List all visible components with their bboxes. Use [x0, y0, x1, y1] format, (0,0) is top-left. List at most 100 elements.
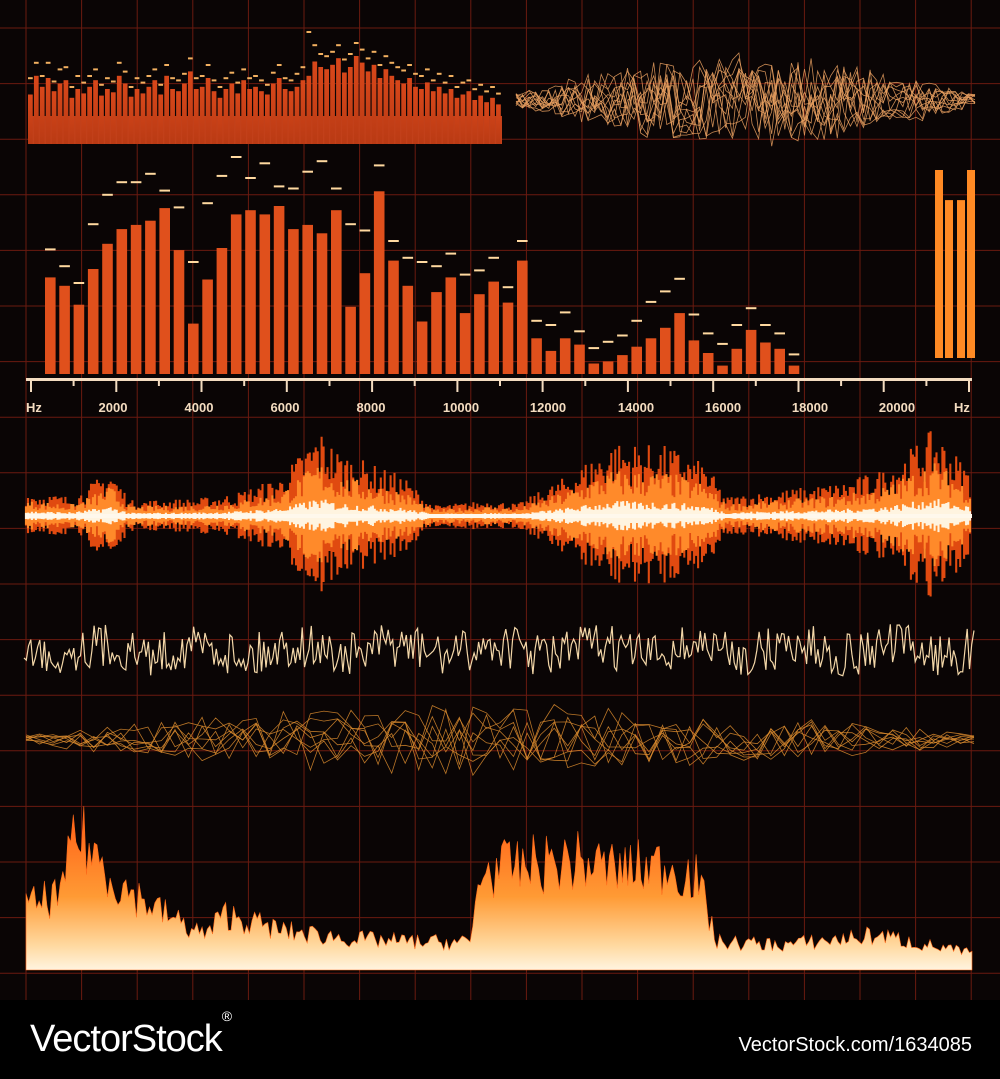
mini-spectrum-bar [199, 86, 205, 144]
spectrum-bar [574, 344, 585, 374]
mini-spectrum-peak [371, 50, 377, 53]
spectrum-bar [745, 329, 757, 374]
mini-spectrum-peak [436, 72, 442, 75]
mini-spectrum-peak [176, 79, 181, 82]
mini-spectrum-bar [454, 97, 460, 144]
mini-spectrum-peak [170, 77, 175, 80]
mini-spectrum-bar [496, 104, 501, 144]
mini-spectrum-peak [229, 71, 235, 74]
mini-spectrum-bar [413, 86, 418, 144]
mini-spectrum-bar [442, 93, 448, 144]
spectrum-bar [717, 365, 728, 374]
axis-tick [413, 378, 416, 386]
axis-tick [328, 378, 331, 386]
mini-spectrum-peak [33, 61, 39, 64]
watermark-footer: VectorStock® VectorStock.com/1634085 [0, 1000, 1000, 1079]
spectrum-bar [373, 191, 385, 374]
spectrum-peak-marker [145, 172, 156, 175]
axis-tick-label: 14000 [618, 400, 654, 415]
spectrum-bar [87, 269, 99, 374]
mini-spectrum-peak [312, 44, 318, 47]
mini-spectrum-bar [170, 89, 175, 144]
spectrum-peak-marker [316, 160, 328, 163]
mini-spectrum-bar [140, 93, 146, 144]
mini-spectrum-peak [288, 79, 294, 82]
spectrum-bar [416, 321, 428, 374]
axis-tick [584, 378, 587, 386]
mini-spectrum-bar [383, 69, 389, 144]
spectrum-bar [130, 224, 142, 374]
spectrum-peak-marker [416, 261, 428, 263]
spectrum-bar [345, 306, 356, 374]
mini-spectrum-peak [241, 68, 247, 71]
mini-spectrum-bar [395, 80, 401, 144]
spectrum-bar [631, 346, 642, 374]
mini-spectrum-peak [270, 71, 276, 74]
level-meter [935, 170, 975, 358]
spectrum-bar [760, 342, 771, 374]
mini-spectrum-peak [152, 68, 158, 71]
axis-tick-label: 16000 [705, 400, 741, 415]
spectrum-bar [316, 233, 328, 374]
spectrum-peak-marker [645, 300, 657, 303]
mini-spectrum-peak [413, 72, 418, 75]
mini-spectrum-peak [347, 53, 353, 55]
axis-tick [243, 378, 246, 386]
axis-tick-label: 18000 [792, 400, 828, 415]
spectrum-peak-marker [273, 185, 285, 188]
mini-spectrum-peak [359, 48, 365, 51]
spectrum-bar [202, 279, 213, 374]
spectrum-peak-marker [445, 252, 457, 255]
spectrum-bar [388, 260, 399, 374]
spectrum-peak-marker [517, 240, 528, 242]
spectrum-peak-marker [402, 256, 414, 259]
spectrum-bar [331, 210, 342, 374]
mini-spectrum-bar [81, 93, 87, 144]
mini-spectrum-bar [99, 95, 104, 144]
mini-spectrum-bar [134, 89, 140, 144]
mini-spectrum-bar [164, 75, 170, 144]
spectrum-bar [302, 224, 313, 374]
mini-spectrum-peak [182, 72, 187, 75]
spectrum-bar [216, 248, 228, 374]
mini-spectrum-peak [336, 44, 341, 47]
mini-spectrum-peak [353, 42, 359, 44]
axis-tick [840, 378, 843, 386]
mini-spectrum-peak [63, 66, 69, 69]
mini-spectrum-peak [93, 68, 98, 71]
axis-tick-label: 10000 [443, 400, 479, 415]
mini-spectrum-bar [51, 91, 57, 144]
mini-spectrum-bar [365, 71, 371, 144]
mini-spectrum-peak [460, 81, 466, 84]
spectrum-bar [617, 355, 628, 374]
mini-spectrum-bar [347, 67, 353, 144]
spectrum-bar [402, 285, 414, 374]
spectrum-peak-marker [702, 332, 714, 335]
mini-spectrum-peak [69, 86, 75, 88]
axis-tick [925, 378, 928, 386]
spectrum-peak-marker [502, 286, 514, 289]
mini-spectrum-bar [63, 80, 69, 144]
spectrum-bar [359, 273, 371, 374]
mini-spectrum-peak [448, 75, 454, 77]
mini-spectrum-bar [259, 91, 264, 144]
mini-spectrum-bar [211, 91, 217, 144]
spectrum-bar [531, 338, 542, 374]
mini-spectrum-bar [472, 100, 478, 144]
mini-spectrum-peak [116, 61, 122, 64]
spectrum-peak-marker [230, 156, 242, 158]
axis-tick [285, 378, 288, 392]
spectrum-bar [230, 214, 242, 374]
axis-tick [754, 378, 757, 386]
spectrum-bar [488, 281, 499, 374]
mini-spectrum-peak [164, 64, 170, 66]
mini-spectrum-peak [247, 77, 252, 80]
waveform-center-line [26, 514, 972, 518]
spectrum-peak-marker [431, 265, 442, 268]
mini-spectrum-peak [306, 31, 312, 33]
mini-spectrum-peak [478, 83, 484, 86]
brand-name: VectorStock [30, 1018, 223, 1060]
spectrum-peak-marker [373, 164, 385, 167]
mini-spectrum-peak [454, 86, 460, 88]
mini-spectrum-peak [259, 79, 264, 82]
